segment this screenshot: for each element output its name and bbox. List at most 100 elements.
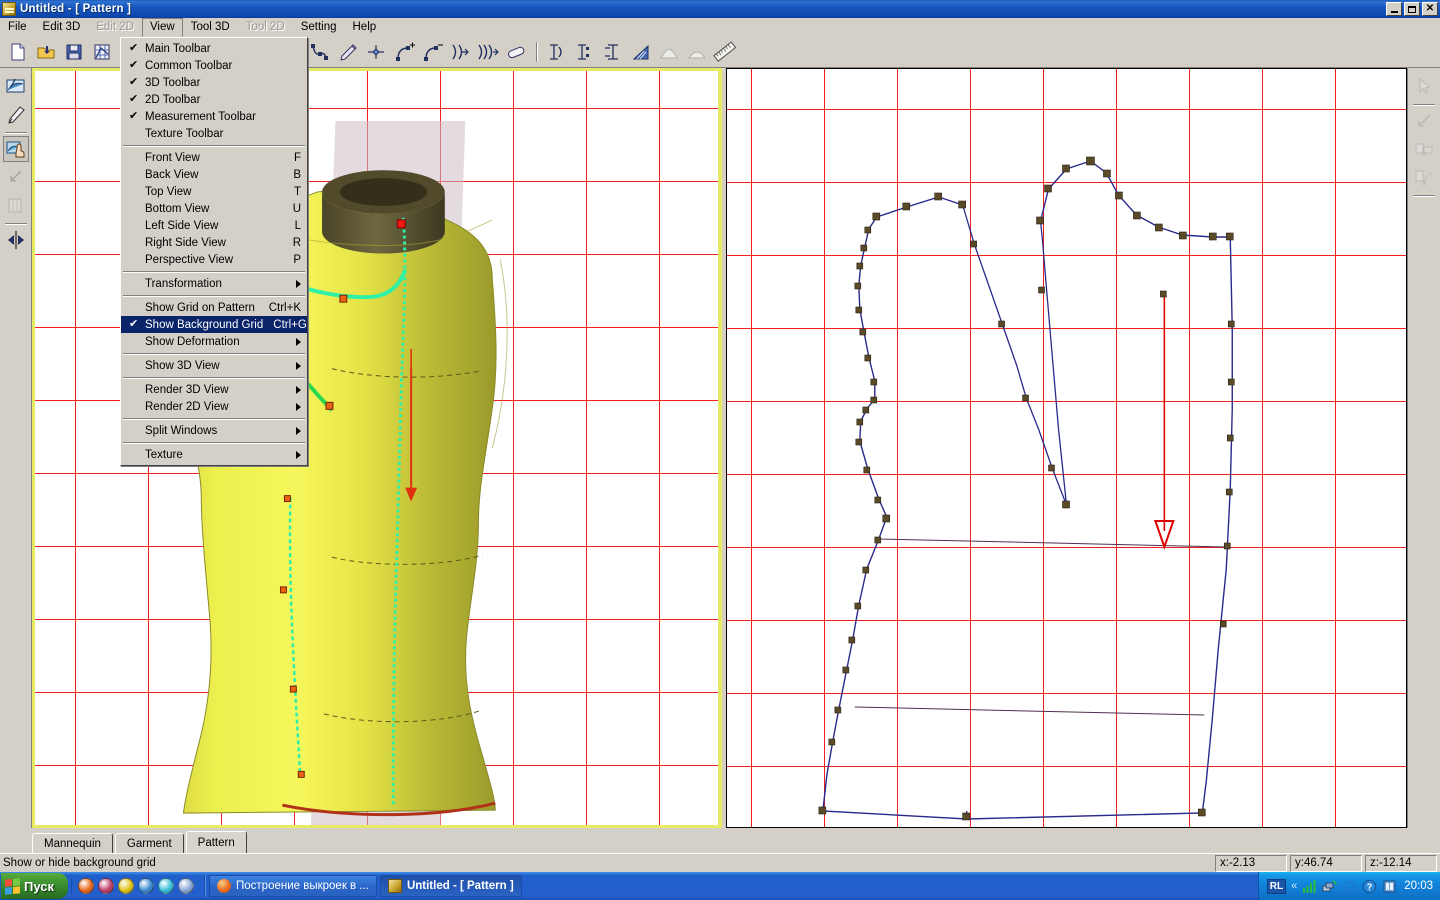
ruler-icon[interactable] bbox=[711, 40, 738, 65]
menu-item-right-side-view[interactable]: Right Side ViewR bbox=[121, 234, 307, 251]
window-title: Untitled - [ Pattern ] bbox=[20, 3, 131, 15]
submenu-arrow-icon bbox=[296, 386, 301, 394]
menu-item-render-2d-view[interactable]: Render 2D View bbox=[121, 398, 307, 415]
point-node-icon[interactable] bbox=[362, 40, 389, 65]
menu-item-front-view[interactable]: Front ViewF bbox=[121, 149, 307, 166]
menu-tool-3d[interactable]: Tool 3D bbox=[183, 18, 238, 36]
menu-item-measurement-toolbar[interactable]: ✔Measurement Toolbar bbox=[121, 108, 307, 125]
check-icon: ✔ bbox=[129, 59, 138, 72]
menu-item-render-3d-view[interactable]: Render 3D View bbox=[121, 381, 307, 398]
menu-item-texture[interactable]: Texture bbox=[121, 446, 307, 463]
firefox-icon[interactable] bbox=[78, 878, 94, 894]
menu-item-split-windows[interactable]: Split Windows bbox=[121, 422, 307, 439]
tab-mannequin[interactable]: Mannequin bbox=[32, 833, 113, 853]
menu-item-bottom-view[interactable]: Bottom ViewU bbox=[121, 200, 307, 217]
left-toolbar-separator bbox=[4, 129, 28, 136]
menu-item-label: Front View bbox=[145, 152, 284, 164]
offset-double-icon[interactable] bbox=[474, 40, 501, 65]
view-dropdown-menu[interactable]: ✔Main Toolbar✔Common Toolbar✔3D Toolbar✔… bbox=[120, 37, 308, 466]
minimize-button[interactable] bbox=[1386, 2, 1402, 16]
tab-pattern[interactable]: Pattern bbox=[186, 831, 247, 853]
smiley-messenger-icon[interactable] bbox=[118, 878, 134, 894]
pen-draw-icon[interactable] bbox=[3, 101, 29, 127]
menu-item-main-toolbar[interactable]: ✔Main Toolbar bbox=[121, 40, 307, 57]
menu-item-show-background-grid[interactable]: ✔Show Background GridCtrl+G bbox=[121, 316, 307, 333]
view-tabs: MannequinGarmentPattern bbox=[0, 828, 1440, 853]
menu-help[interactable]: Help bbox=[345, 18, 385, 36]
menu-file[interactable]: File bbox=[0, 18, 35, 36]
coord-x: x:-2.13 bbox=[1215, 855, 1287, 872]
measure-compare-icon[interactable] bbox=[599, 40, 626, 65]
menu-edit-3d[interactable]: Edit 3D bbox=[35, 18, 89, 36]
pattern-nodes bbox=[819, 157, 1234, 820]
right-toolbar-separator bbox=[1412, 192, 1436, 199]
grab-hand-icon[interactable] bbox=[3, 136, 29, 162]
submenu-arrow-icon bbox=[296, 451, 301, 459]
menu-item-2d-toolbar[interactable]: ✔2D Toolbar bbox=[121, 91, 307, 108]
menu-item-label: Top View bbox=[145, 186, 284, 198]
menu-item-show-grid-on-pattern[interactable]: Show Grid on PatternCtrl+K bbox=[121, 299, 307, 316]
opera-icon[interactable] bbox=[158, 878, 174, 894]
language-indicator[interactable]: RL bbox=[1267, 879, 1286, 894]
menu-item-label: Render 3D View bbox=[145, 384, 301, 396]
internet-explorer-icon[interactable] bbox=[138, 878, 154, 894]
add-point-icon[interactable] bbox=[390, 40, 417, 65]
offset-single-icon[interactable] bbox=[446, 40, 473, 65]
menu-item-perspective-view[interactable]: Perspective ViewP bbox=[121, 251, 307, 268]
viewport-2d[interactable] bbox=[726, 68, 1407, 828]
surface-select-icon[interactable] bbox=[3, 73, 29, 99]
menu-item-top-view[interactable]: Top ViewT bbox=[121, 183, 307, 200]
media-player-icon[interactable] bbox=[98, 878, 114, 894]
measure-segment-icon[interactable] bbox=[571, 40, 598, 65]
measure-area-a-icon[interactable] bbox=[655, 40, 682, 65]
new-document-icon[interactable] bbox=[4, 40, 31, 65]
tray-clock[interactable]: 20:03 bbox=[1404, 880, 1433, 892]
save-disk-icon[interactable] bbox=[60, 40, 87, 65]
taskbar-window-1[interactable]: Построение выкроек в ... bbox=[209, 875, 377, 897]
measure-area-b-icon[interactable] bbox=[683, 40, 710, 65]
menu-setting[interactable]: Setting bbox=[293, 18, 345, 36]
help-question-icon[interactable]: ? bbox=[1362, 879, 1377, 894]
start-button[interactable]: Пуск bbox=[1, 873, 68, 899]
menu-separator bbox=[123, 442, 305, 443]
sew-pattern-icon bbox=[1411, 164, 1437, 190]
menu-item-back-view[interactable]: Back ViewB bbox=[121, 166, 307, 183]
pattern-2d[interactable] bbox=[727, 69, 1406, 827]
pattern-grid-icon[interactable] bbox=[88, 40, 115, 65]
start-button-label: Пуск bbox=[24, 879, 54, 894]
curve-line-icon[interactable] bbox=[306, 40, 333, 65]
close-button[interactable]: ✕ bbox=[1422, 2, 1438, 16]
application-window: Untitled - [ Pattern ] ✕ FileEdit 3DEdit… bbox=[0, 0, 1440, 900]
eraser-icon[interactable] bbox=[502, 40, 529, 65]
tray-expand-chevron-icon[interactable]: « bbox=[1291, 880, 1297, 892]
menu-item-show-3d-view[interactable]: Show 3D View bbox=[121, 357, 307, 374]
pencil-freehand-icon[interactable] bbox=[334, 40, 361, 65]
measure-length-icon[interactable] bbox=[543, 40, 570, 65]
maximize-button[interactable] bbox=[1404, 2, 1420, 16]
title-bar: Untitled - [ Pattern ] ✕ bbox=[0, 0, 1440, 18]
menu-item-show-deformation[interactable]: Show Deformation bbox=[121, 333, 307, 350]
network-connection-icon[interactable] bbox=[1322, 879, 1337, 894]
tab-garment[interactable]: Garment bbox=[115, 833, 184, 853]
refresh-sync-icon[interactable] bbox=[1342, 879, 1357, 894]
pattern-outline-left bbox=[823, 197, 967, 819]
symmetry-axis-icon[interactable] bbox=[3, 227, 29, 253]
toolbar-separator bbox=[533, 41, 540, 63]
menu-item-texture-toolbar[interactable]: Texture Toolbar bbox=[121, 125, 307, 142]
dart-left-leg bbox=[963, 205, 1067, 505]
notepad-icon[interactable] bbox=[178, 878, 194, 894]
menu-item-3d-toolbar[interactable]: ✔3D Toolbar bbox=[121, 74, 307, 91]
menu-item-common-toolbar[interactable]: ✔Common Toolbar bbox=[121, 57, 307, 74]
signal-bars-icon[interactable] bbox=[1302, 879, 1317, 894]
taskbar-window-2[interactable]: Untitled - [ Pattern ] bbox=[380, 875, 522, 897]
menu-item-transformation[interactable]: Transformation bbox=[121, 275, 307, 292]
measure-angle-icon[interactable] bbox=[627, 40, 654, 65]
firefox-icon bbox=[217, 879, 231, 893]
menu-separator bbox=[123, 271, 305, 272]
menu-item-left-side-view[interactable]: Left Side ViewL bbox=[121, 217, 307, 234]
arrow-move-icon bbox=[1411, 108, 1437, 134]
menu-view[interactable]: View bbox=[142, 18, 183, 37]
remove-point-icon[interactable] bbox=[418, 40, 445, 65]
open-folder-icon[interactable] bbox=[32, 40, 59, 65]
volume-book-icon[interactable] bbox=[1382, 879, 1397, 894]
